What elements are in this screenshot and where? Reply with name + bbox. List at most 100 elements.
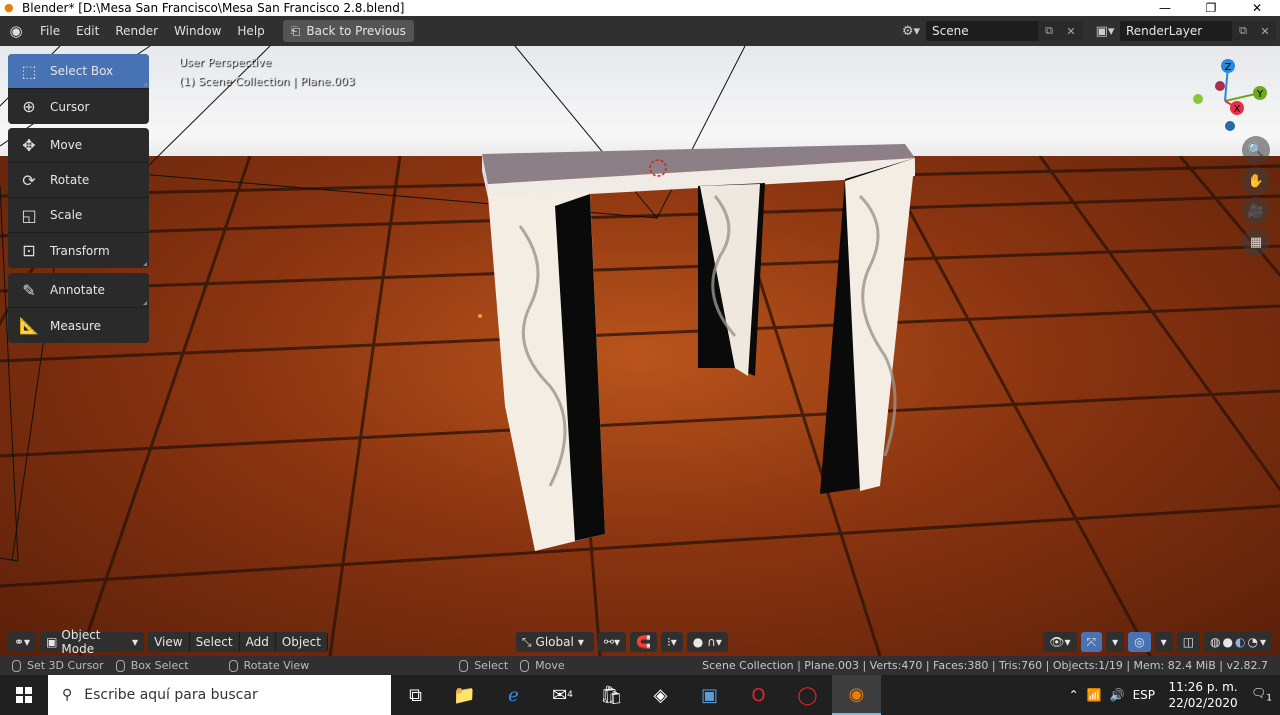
app-icon-2[interactable]: ▣ [685,675,734,715]
gizmo-neg-y-icon [1193,94,1203,104]
visibility-icon[interactable]: 👁▾ [1043,632,1077,652]
opera-gx-icon[interactable]: ◯ [783,675,832,715]
menu-file[interactable]: File [32,20,68,42]
3d-viewport[interactable]: User Perspective (1) Scene Collection | … [0,46,1280,656]
overlay-toggle-icon[interactable]: ◎ [1128,632,1151,652]
mouse-middle-icon [228,659,238,672]
close-button[interactable]: ✕ [1234,0,1280,16]
tool-select-box[interactable]: ⬚ Select Box [8,54,149,89]
toolbar-group-select: ⬚ Select Box ⊕ Cursor [8,54,149,124]
snap-target-icon[interactable]: ⁝▾ [660,632,683,652]
notifications-icon[interactable]: 🗨1 [1251,686,1272,703]
tool-transform[interactable]: ⊡ Transform [8,233,149,268]
renderlayer-selector[interactable]: ▣▾ RenderLayer ⧉ ✕ [1090,20,1276,42]
windows-logo-icon [16,687,32,703]
object-mode-dropdown[interactable]: ▣ Object Mode ▾ [40,628,145,656]
tool-move[interactable]: ✥ Move [8,128,149,163]
mail-icon[interactable]: ✉ 4 [538,675,587,715]
camera-view-icon[interactable]: 🎥 [1242,197,1270,225]
gizmo-x-label[interactable]: X [1234,104,1241,115]
task-view-icon[interactable]: ⧉ [391,675,440,715]
ortho-grid-icon[interactable]: ▦ [1242,228,1270,256]
status-bar: Set 3D Cursor Box Select Rotate View Sel… [0,656,1280,675]
language-indicator[interactable]: ESP [1133,688,1155,702]
object-mode-label: Object Mode [61,628,101,656]
store-icon[interactable]: 🛍 [587,675,636,715]
snap-icon[interactable]: 🧲 [630,632,657,652]
delete-scene-icon[interactable]: ✕ [1060,21,1082,41]
opera-icon[interactable]: O [734,675,783,715]
proportional-edit-icon[interactable]: ● ∩▾ [686,632,728,652]
windows-start-button[interactable] [0,675,48,715]
notification-badge: 1 [1266,693,1272,704]
scene-icon[interactable]: ⚙▾ [896,20,926,42]
gizmo-neg-x-icon [1215,81,1225,91]
delete-renderlayer-icon[interactable]: ✕ [1254,21,1276,41]
new-scene-icon[interactable]: ⧉ [1038,21,1060,41]
menu-select[interactable]: Select [189,632,240,652]
orientation-icon: ⤡ [521,634,532,649]
status-hint-move: Move [520,659,565,672]
tool-annotate[interactable]: ✎ Annotate [8,273,149,308]
select-box-icon: ⬚ [21,61,37,81]
rendered-shading-icon[interactable]: ◔ [1247,635,1257,649]
pan-hand-icon[interactable]: ✋ [1242,167,1270,195]
menu-add[interactable]: Add [239,632,276,652]
navigation-gizmo[interactable]: Z Y X [1190,56,1270,136]
tool-cursor[interactable]: ⊕ Cursor [8,89,149,124]
rotate-icon: ⟳ [22,170,36,190]
search-icon: ⚲ [62,687,73,703]
gizmo-z-label[interactable]: Z [1225,62,1232,73]
scene-name-field[interactable]: Scene [926,21,1038,41]
menu-window[interactable]: Window [166,20,229,42]
edge-browser-icon[interactable]: ℯ [489,675,538,715]
new-renderlayer-icon[interactable]: ⧉ [1232,21,1254,41]
cursor-icon: ⊕ [22,97,36,116]
volume-icon[interactable]: 🔊 [1110,688,1125,702]
blender-menu-icon[interactable]: ◉ [0,22,32,40]
taskbar-search-box[interactable]: ⚲ Escribe aquí para buscar [48,675,391,715]
pivot-point-icon[interactable]: ⚯▾ [597,632,626,652]
solid-shading-icon[interactable]: ● [1223,635,1233,649]
editor-type-icon[interactable]: ⚭▾ [8,632,37,652]
tool-measure[interactable]: 📐 Measure [8,308,149,343]
scene-selector[interactable]: ⚙▾ Scene ⧉ ✕ [896,20,1082,42]
orientation-dropdown[interactable]: ⤡ Global ▾ [515,632,594,652]
wifi-icon[interactable]: 📶 [1087,688,1102,702]
view-perspective-label: User Perspective [179,56,272,69]
blender-taskbar-icon[interactable]: ◉ [832,675,881,715]
menu-view[interactable]: View [148,632,190,652]
gizmo-toggle-icon[interactable]: ⤧ [1080,632,1103,652]
shading-modes[interactable]: ◍ ● ◐ ◔ ▾ [1204,632,1272,652]
table-model[interactable] [0,46,1280,656]
tool-rotate[interactable]: ⟳ Rotate [8,163,149,198]
xray-icon[interactable]: ◫ [1176,632,1201,652]
status-hint-rotate-view: Rotate View [228,659,309,672]
renderlayer-name-field[interactable]: RenderLayer [1120,21,1232,41]
menu-edit[interactable]: Edit [68,20,107,42]
chevron-down-icon[interactable]: ▾ [1260,635,1266,649]
renderlayer-icon[interactable]: ▣▾ [1090,20,1120,42]
scene-statistics: Scene Collection | Plane.003 | Verts:470… [702,659,1268,672]
gizmo-options-icon[interactable]: ▾ [1106,632,1125,652]
back-to-previous-button[interactable]: ⎗ Back to Previous [282,20,414,42]
wireframe-shading-icon[interactable]: ◍ [1210,635,1220,649]
minimize-button[interactable]: — [1142,0,1188,16]
back-to-previous-label: Back to Previous [306,24,406,38]
menu-render[interactable]: Render [107,20,166,42]
restore-button[interactable]: ❐ [1188,0,1234,16]
chevron-up-icon[interactable]: ⌃ [1069,688,1079,702]
menu-help[interactable]: Help [229,20,272,42]
gizmo-y-label[interactable]: Y [1256,89,1264,100]
zoom-icon[interactable]: 🔍 [1242,136,1270,164]
scale-icon: ◱ [21,205,37,225]
app-icon-1[interactable]: ◈ [636,675,685,715]
menu-object[interactable]: Object [275,632,328,652]
material-shading-icon[interactable]: ◐ [1235,635,1245,649]
file-explorer-icon[interactable]: 📁 [440,675,489,715]
tool-scale[interactable]: ◱ Scale [8,198,149,233]
taskbar-clock[interactable]: 11:26 p. m. 22/02/2020 [1163,679,1243,711]
gizmo-neg-z-icon [1225,121,1235,131]
tool-label: Rotate [50,173,90,187]
overlay-options-icon[interactable]: ▾ [1154,632,1173,652]
